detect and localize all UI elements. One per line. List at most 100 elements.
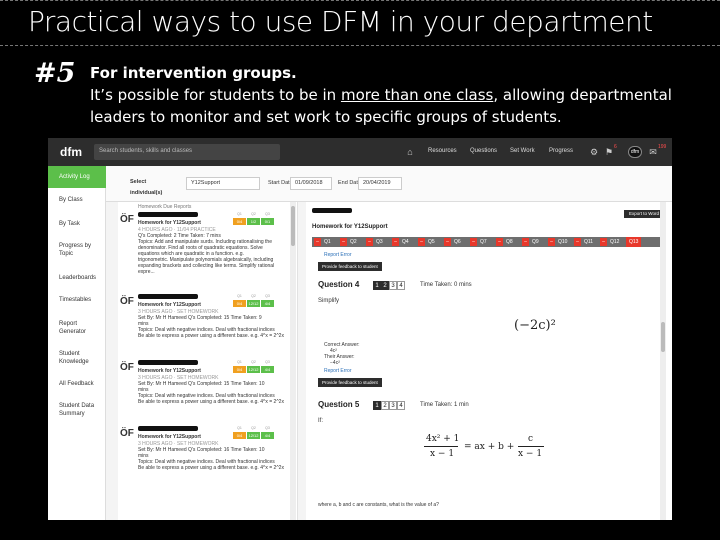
start-date-input[interactable]: 01/09/2018	[290, 177, 332, 190]
card-title: Homework for Y12Support	[138, 368, 201, 374]
question-status-marker: –	[392, 238, 399, 246]
q5-tab-1[interactable]: 1	[373, 401, 381, 410]
q5-lhs-numerator: 4x² + 1	[426, 434, 460, 444]
question-link[interactable]: Q11	[584, 237, 593, 247]
question-link[interactable]: Q12	[610, 237, 619, 247]
question-link[interactable]: Q9	[532, 237, 539, 247]
score-chip: 0/1	[261, 218, 274, 225]
export-to-word-button[interactable]: Export to Word	[624, 210, 664, 218]
search-input[interactable]: Search students, skills and classes	[94, 144, 280, 160]
q5-lhs-fraction-bar	[424, 446, 458, 447]
sidebar-item-all-feedback[interactable]: All Feedback	[48, 380, 106, 388]
question-link[interactable]: Q2	[350, 237, 357, 247]
settings-badge: 6	[614, 144, 617, 150]
question-5-title: Question 5	[318, 400, 360, 409]
q5-rhs-numerator: c	[528, 434, 534, 444]
card-extra-2: Be able to express a power using a diffe…	[138, 465, 284, 471]
q5-middle-terms: = ax + b +	[464, 442, 515, 452]
feedback-button[interactable]: Provide feedback to student	[318, 262, 382, 271]
redacted-student-name	[138, 212, 198, 217]
gear-icon[interactable]: ⚙	[588, 146, 600, 158]
score-chip: 4/4	[261, 432, 274, 439]
user-avatar[interactable]: dfm	[628, 146, 642, 158]
question-link[interactable]: Q3	[376, 237, 383, 247]
question-link[interactable]: Q1	[324, 237, 331, 247]
q4-feedback-button[interactable]: Provide feedback to student	[318, 378, 382, 387]
dfm-logo[interactable]: dfm	[60, 145, 82, 159]
sidebar: Activity Log By Class By Task Progress b…	[48, 166, 106, 520]
question-link[interactable]: Q6	[454, 237, 461, 247]
sidebar-item-by-task[interactable]: By Task	[48, 220, 106, 228]
activity-scrollbar[interactable]	[290, 202, 296, 520]
report-error-link[interactable]: Report Error	[324, 252, 352, 258]
question-link[interactable]: Q4	[402, 237, 409, 247]
q5-rhs-fraction-bar	[518, 446, 544, 447]
question-strip: – Q1– Q2– Q3– Q4– Q5– Q6– Q7– Q8– Q9– Q10– Q11– Q12 Q…	[312, 237, 666, 247]
question-4-prompt: Simplify	[318, 298, 340, 304]
homework-card[interactable]: ÖF Homework for Y12Support 3 HOURS AGO · S…	[118, 292, 297, 356]
card-extra-5: expre...	[138, 269, 155, 275]
question-5-time: Time Taken: 1 min	[420, 402, 469, 408]
q5-tab-4[interactable]: 4	[397, 401, 405, 410]
question-link[interactable]: Q7	[480, 237, 487, 247]
question-link-last[interactable]: Q13	[626, 237, 642, 247]
redacted-student-name	[312, 208, 352, 213]
score-label: Q3	[265, 294, 270, 298]
nav-resources[interactable]: Resources	[428, 148, 457, 154]
q4-tab-3[interactable]: 3	[389, 281, 397, 290]
point-body-pre: It’s possible for students to be in	[90, 86, 341, 104]
end-date-input[interactable]: 20/04/2019	[358, 177, 402, 190]
question-status-marker: –	[340, 238, 347, 246]
activity-list: Homework Due Reports ÖF Homework for Y12S…	[118, 202, 298, 520]
score-label: Q2	[251, 212, 256, 216]
homework-card[interactable]: ÖF Homework for Y12Support 4 HOURS AGO · 1…	[118, 210, 297, 275]
question-link[interactable]: Q8	[506, 237, 513, 247]
q4-tab-1[interactable]: 1	[373, 281, 381, 290]
sidebar-item-student-data-summary[interactable]: Student Data Summary	[48, 402, 100, 418]
notification-badge: 199	[658, 144, 667, 150]
question-status-marker: –	[366, 238, 373, 246]
score-chip: 1/2	[247, 218, 260, 225]
score-label: Q2	[251, 426, 256, 430]
question-5-footer: where a, b and c are constants, what is …	[318, 502, 439, 508]
nav-set-work[interactable]: Set Work	[510, 148, 535, 154]
dfm-screenshot: dfm Search students, skills and classes …	[48, 138, 672, 520]
sidebar-item-student-knowledge[interactable]: Student Knowledge	[48, 350, 96, 366]
card-extra-4: expanding brackets and collecting like t…	[138, 263, 275, 269]
score-label: Q2	[251, 360, 256, 364]
sidebar-item-activity-log[interactable]: Activity Log	[48, 166, 106, 188]
sidebar-item-by-class[interactable]: By Class	[48, 196, 106, 204]
question-status-marker: –	[600, 238, 607, 246]
q4-report-error-link[interactable]: Report Error	[324, 368, 352, 374]
class-select[interactable]: Y12Support	[186, 177, 260, 190]
score-label: Q1	[237, 294, 242, 298]
sidebar-item-leaderboards[interactable]: Leaderboards	[48, 274, 106, 282]
detail-heading: Homework for Y12Support	[312, 224, 388, 230]
score-chip: 4/4	[261, 300, 274, 307]
detail-scrollbar[interactable]	[660, 202, 666, 520]
q4-tab-4[interactable]: 4	[397, 281, 405, 290]
score-chip: 0/4	[233, 218, 246, 225]
redacted-student-name	[138, 294, 198, 299]
student-avatar: ÖF	[120, 214, 134, 225]
score-label: Q2	[251, 294, 256, 298]
score-label: Q3	[265, 360, 270, 364]
nav-progress[interactable]: Progress	[549, 148, 573, 154]
q5-tab-2[interactable]: 2	[381, 401, 389, 410]
question-4-title: Question 4	[318, 280, 360, 289]
redacted-student-name	[138, 360, 198, 365]
question-link[interactable]: Q5	[428, 237, 435, 247]
homework-card[interactable]: ÖF Homework for Y12Support 3 HOURS AGO · S…	[118, 424, 297, 488]
select-individuals[interactable]: Select individual(s)	[126, 177, 176, 196]
sidebar-item-timestables[interactable]: Timestables	[48, 296, 106, 304]
question-link[interactable]: Q10	[558, 237, 567, 247]
nav-questions[interactable]: Questions	[470, 148, 497, 154]
question-status-marker: –	[418, 238, 425, 246]
sidebar-item-progress-by-topic[interactable]: Progress by Topic	[48, 242, 98, 258]
homework-card[interactable]: ÖF Homework for Y12Support 3 HOURS AGO · S…	[118, 358, 297, 422]
homework-detail: Export to Word Homework for Y12Support –…	[306, 202, 672, 520]
sidebar-item-report-generator[interactable]: Report Generator	[48, 320, 96, 336]
home-icon[interactable]: ⌂	[404, 146, 416, 158]
q4-tab-2[interactable]: 2	[381, 281, 389, 290]
q5-tab-3[interactable]: 3	[389, 401, 397, 410]
